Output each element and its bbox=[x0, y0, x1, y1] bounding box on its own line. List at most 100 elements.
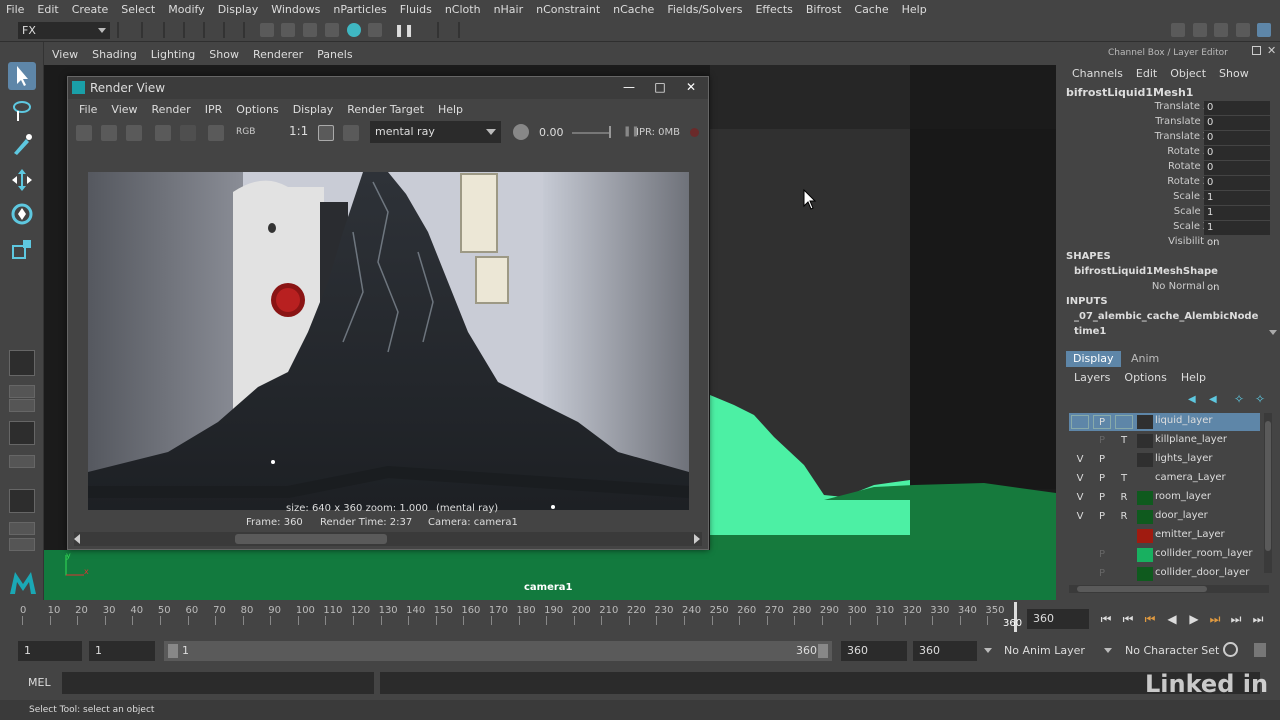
move-layer-up-icon[interactable]: ◀ bbox=[1188, 394, 1196, 405]
command-input[interactable] bbox=[62, 672, 374, 694]
viewport-menu-renderer[interactable]: Renderer bbox=[253, 48, 303, 61]
attr-value[interactable]: 0 bbox=[1204, 131, 1270, 145]
layer-name[interactable]: lights_layer bbox=[1155, 453, 1212, 464]
layer-color-swatch[interactable] bbox=[1137, 415, 1153, 429]
scrollbar-thumb[interactable] bbox=[235, 534, 387, 544]
animation-start-field[interactable]: 1 bbox=[18, 641, 82, 661]
attr-row[interactable]: Rotate X0 bbox=[1062, 146, 1280, 161]
layer-visibility-toggle[interactable]: V bbox=[1071, 453, 1089, 467]
tool-settings-icon[interactable] bbox=[1236, 23, 1250, 37]
menu-nhair[interactable]: nHair bbox=[494, 3, 524, 16]
scroll-right-icon[interactable] bbox=[694, 534, 700, 544]
ipr-render-icon[interactable] bbox=[155, 125, 171, 141]
attr-row[interactable]: Translate Y0 bbox=[1062, 116, 1280, 131]
attr-row[interactable]: No Normals on bbox=[1062, 281, 1280, 296]
input-node-name[interactable]: time1 bbox=[1074, 326, 1106, 337]
play-backwards-icon[interactable]: ◀ bbox=[1165, 612, 1179, 626]
rv-menu-display[interactable]: Display bbox=[293, 103, 334, 116]
attr-value[interactable]: 1 bbox=[1204, 206, 1270, 220]
range-start-handle[interactable] bbox=[168, 644, 178, 658]
exposure-slider-handle[interactable] bbox=[609, 126, 611, 138]
outliner-layout-icon[interactable] bbox=[9, 455, 35, 468]
render-settings-icon[interactable] bbox=[208, 125, 224, 141]
rgb-channel-toggle[interactable]: RGB bbox=[236, 127, 255, 137]
render-region-icon[interactable] bbox=[101, 125, 117, 141]
range-bar[interactable]: 1 360 bbox=[164, 641, 832, 661]
step-back-frame-icon[interactable]: ⏮ bbox=[1121, 612, 1135, 626]
side-by-side-layout-icon[interactable] bbox=[9, 421, 35, 445]
float-panel-icon[interactable] bbox=[1252, 46, 1261, 55]
layer-row[interactable]: Pcollider_room_layer bbox=[1069, 546, 1260, 564]
selected-object-name[interactable]: bifrostLiquid1Mesh1 bbox=[1066, 86, 1193, 99]
real-size-button[interactable]: 1:1 bbox=[289, 124, 308, 138]
layer-row[interactable]: V P Rdoor_layer bbox=[1069, 508, 1260, 526]
render-settings-icon[interactable] bbox=[325, 23, 339, 37]
layer-name[interactable]: killplane_layer bbox=[1155, 434, 1227, 445]
shape-node-name[interactable]: bifrostLiquid1MeshShape bbox=[1074, 266, 1218, 277]
layer-display-type-toggle[interactable]: R bbox=[1115, 510, 1133, 524]
anim-prefs-icon[interactable] bbox=[1254, 643, 1266, 657]
attr-row[interactable]: Rotate Z0 bbox=[1062, 176, 1280, 191]
menu-select[interactable]: Select bbox=[121, 3, 155, 16]
four-pane-layout-icon[interactable] bbox=[9, 399, 35, 412]
range-end-handle[interactable] bbox=[818, 644, 828, 658]
create-layer-from-selection-icon[interactable]: ✧ bbox=[1255, 392, 1265, 406]
scroll-down-icon[interactable] bbox=[1269, 330, 1277, 335]
exposure-value[interactable]: 0.00 bbox=[539, 126, 564, 139]
snap-icon[interactable] bbox=[1171, 23, 1185, 37]
pause-icon[interactable]: ❚❚ bbox=[394, 23, 414, 37]
cb-menu-object[interactable]: Object bbox=[1170, 67, 1206, 80]
layer-playback-toggle[interactable]: P bbox=[1093, 567, 1111, 581]
layer-playback-toggle[interactable]: P bbox=[1093, 472, 1111, 486]
tab-anim[interactable]: Anim bbox=[1124, 351, 1166, 367]
command-language-label[interactable]: MEL bbox=[28, 676, 51, 689]
layer-visibility-toggle[interactable] bbox=[1071, 529, 1089, 543]
cb-menu-show[interactable]: Show bbox=[1219, 67, 1249, 80]
rv-menu-view[interactable]: View bbox=[111, 103, 137, 116]
layer-name[interactable]: room_layer bbox=[1155, 491, 1211, 502]
rv-menu-options[interactable]: Options bbox=[236, 103, 278, 116]
attribute-editor-icon[interactable] bbox=[1214, 23, 1228, 37]
menu-effects[interactable]: Effects bbox=[755, 3, 792, 16]
layer-display-type-toggle[interactable]: R bbox=[1115, 491, 1133, 505]
layer-display-type-toggle[interactable]: T bbox=[1115, 434, 1133, 448]
layer-visibility-toggle[interactable] bbox=[1071, 434, 1089, 448]
minimize-button[interactable]: — bbox=[616, 79, 642, 96]
playback-end-field[interactable]: 360 bbox=[841, 641, 907, 661]
menu-windows[interactable]: Windows bbox=[271, 3, 320, 16]
layer-visibility-toggle[interactable]: V bbox=[1071, 491, 1089, 505]
layer-playback-toggle[interactable]: P bbox=[1093, 453, 1111, 467]
layer-display-type-toggle[interactable] bbox=[1115, 453, 1133, 467]
layer-row[interactable]: emitter_Layer bbox=[1069, 527, 1260, 545]
render-view-titlebar[interactable]: Render View — □ ✕ bbox=[68, 77, 708, 99]
rv-menu-render-target[interactable]: Render Target bbox=[347, 103, 424, 116]
layer-color-swatch[interactable] bbox=[1137, 453, 1153, 467]
cb-menu-channels[interactable]: Channels bbox=[1072, 67, 1123, 80]
playback-start-field[interactable]: 1 bbox=[89, 641, 155, 661]
step-back-key-icon[interactable]: ⏮ bbox=[1143, 612, 1157, 626]
exposure-slider[interactable] bbox=[572, 132, 610, 134]
scrollbar-thumb[interactable] bbox=[1265, 421, 1271, 551]
menu-fields-solvers[interactable]: Fields/Solvers bbox=[667, 3, 742, 16]
layer-playback-toggle[interactable]: P bbox=[1093, 510, 1111, 524]
render-view-window[interactable]: Render View — □ ✕ File View Render IPR O… bbox=[67, 76, 709, 550]
four-pane-layout-icon[interactable] bbox=[9, 385, 35, 398]
rv-menu-ipr[interactable]: IPR bbox=[205, 103, 223, 116]
layer-color-swatch[interactable] bbox=[1137, 548, 1153, 562]
layer-row[interactable]: P Tkillplane_layer bbox=[1069, 432, 1260, 450]
chevron-down-icon[interactable] bbox=[984, 648, 992, 653]
viewport-menu-show[interactable]: Show bbox=[209, 48, 239, 61]
layer-name[interactable]: door_layer bbox=[1155, 510, 1208, 521]
cb-menu-edit[interactable]: Edit bbox=[1136, 67, 1157, 80]
viewport-menu-view[interactable]: View bbox=[52, 48, 78, 61]
attr-value[interactable]: 1 bbox=[1204, 191, 1270, 205]
snapshot-icon[interactable] bbox=[126, 125, 142, 141]
layer-name[interactable]: emitter_Layer bbox=[1155, 529, 1225, 540]
layer-visibility-toggle[interactable] bbox=[1071, 415, 1089, 429]
close-button[interactable]: ✕ bbox=[678, 79, 704, 96]
layer-name[interactable]: liquid_layer bbox=[1155, 415, 1212, 426]
rv-menu-render[interactable]: Render bbox=[152, 103, 191, 116]
layer-list-scrollbar[interactable] bbox=[1264, 413, 1272, 573]
menu-create[interactable]: Create bbox=[72, 3, 109, 16]
mode-selector[interactable]: FX bbox=[18, 22, 110, 39]
